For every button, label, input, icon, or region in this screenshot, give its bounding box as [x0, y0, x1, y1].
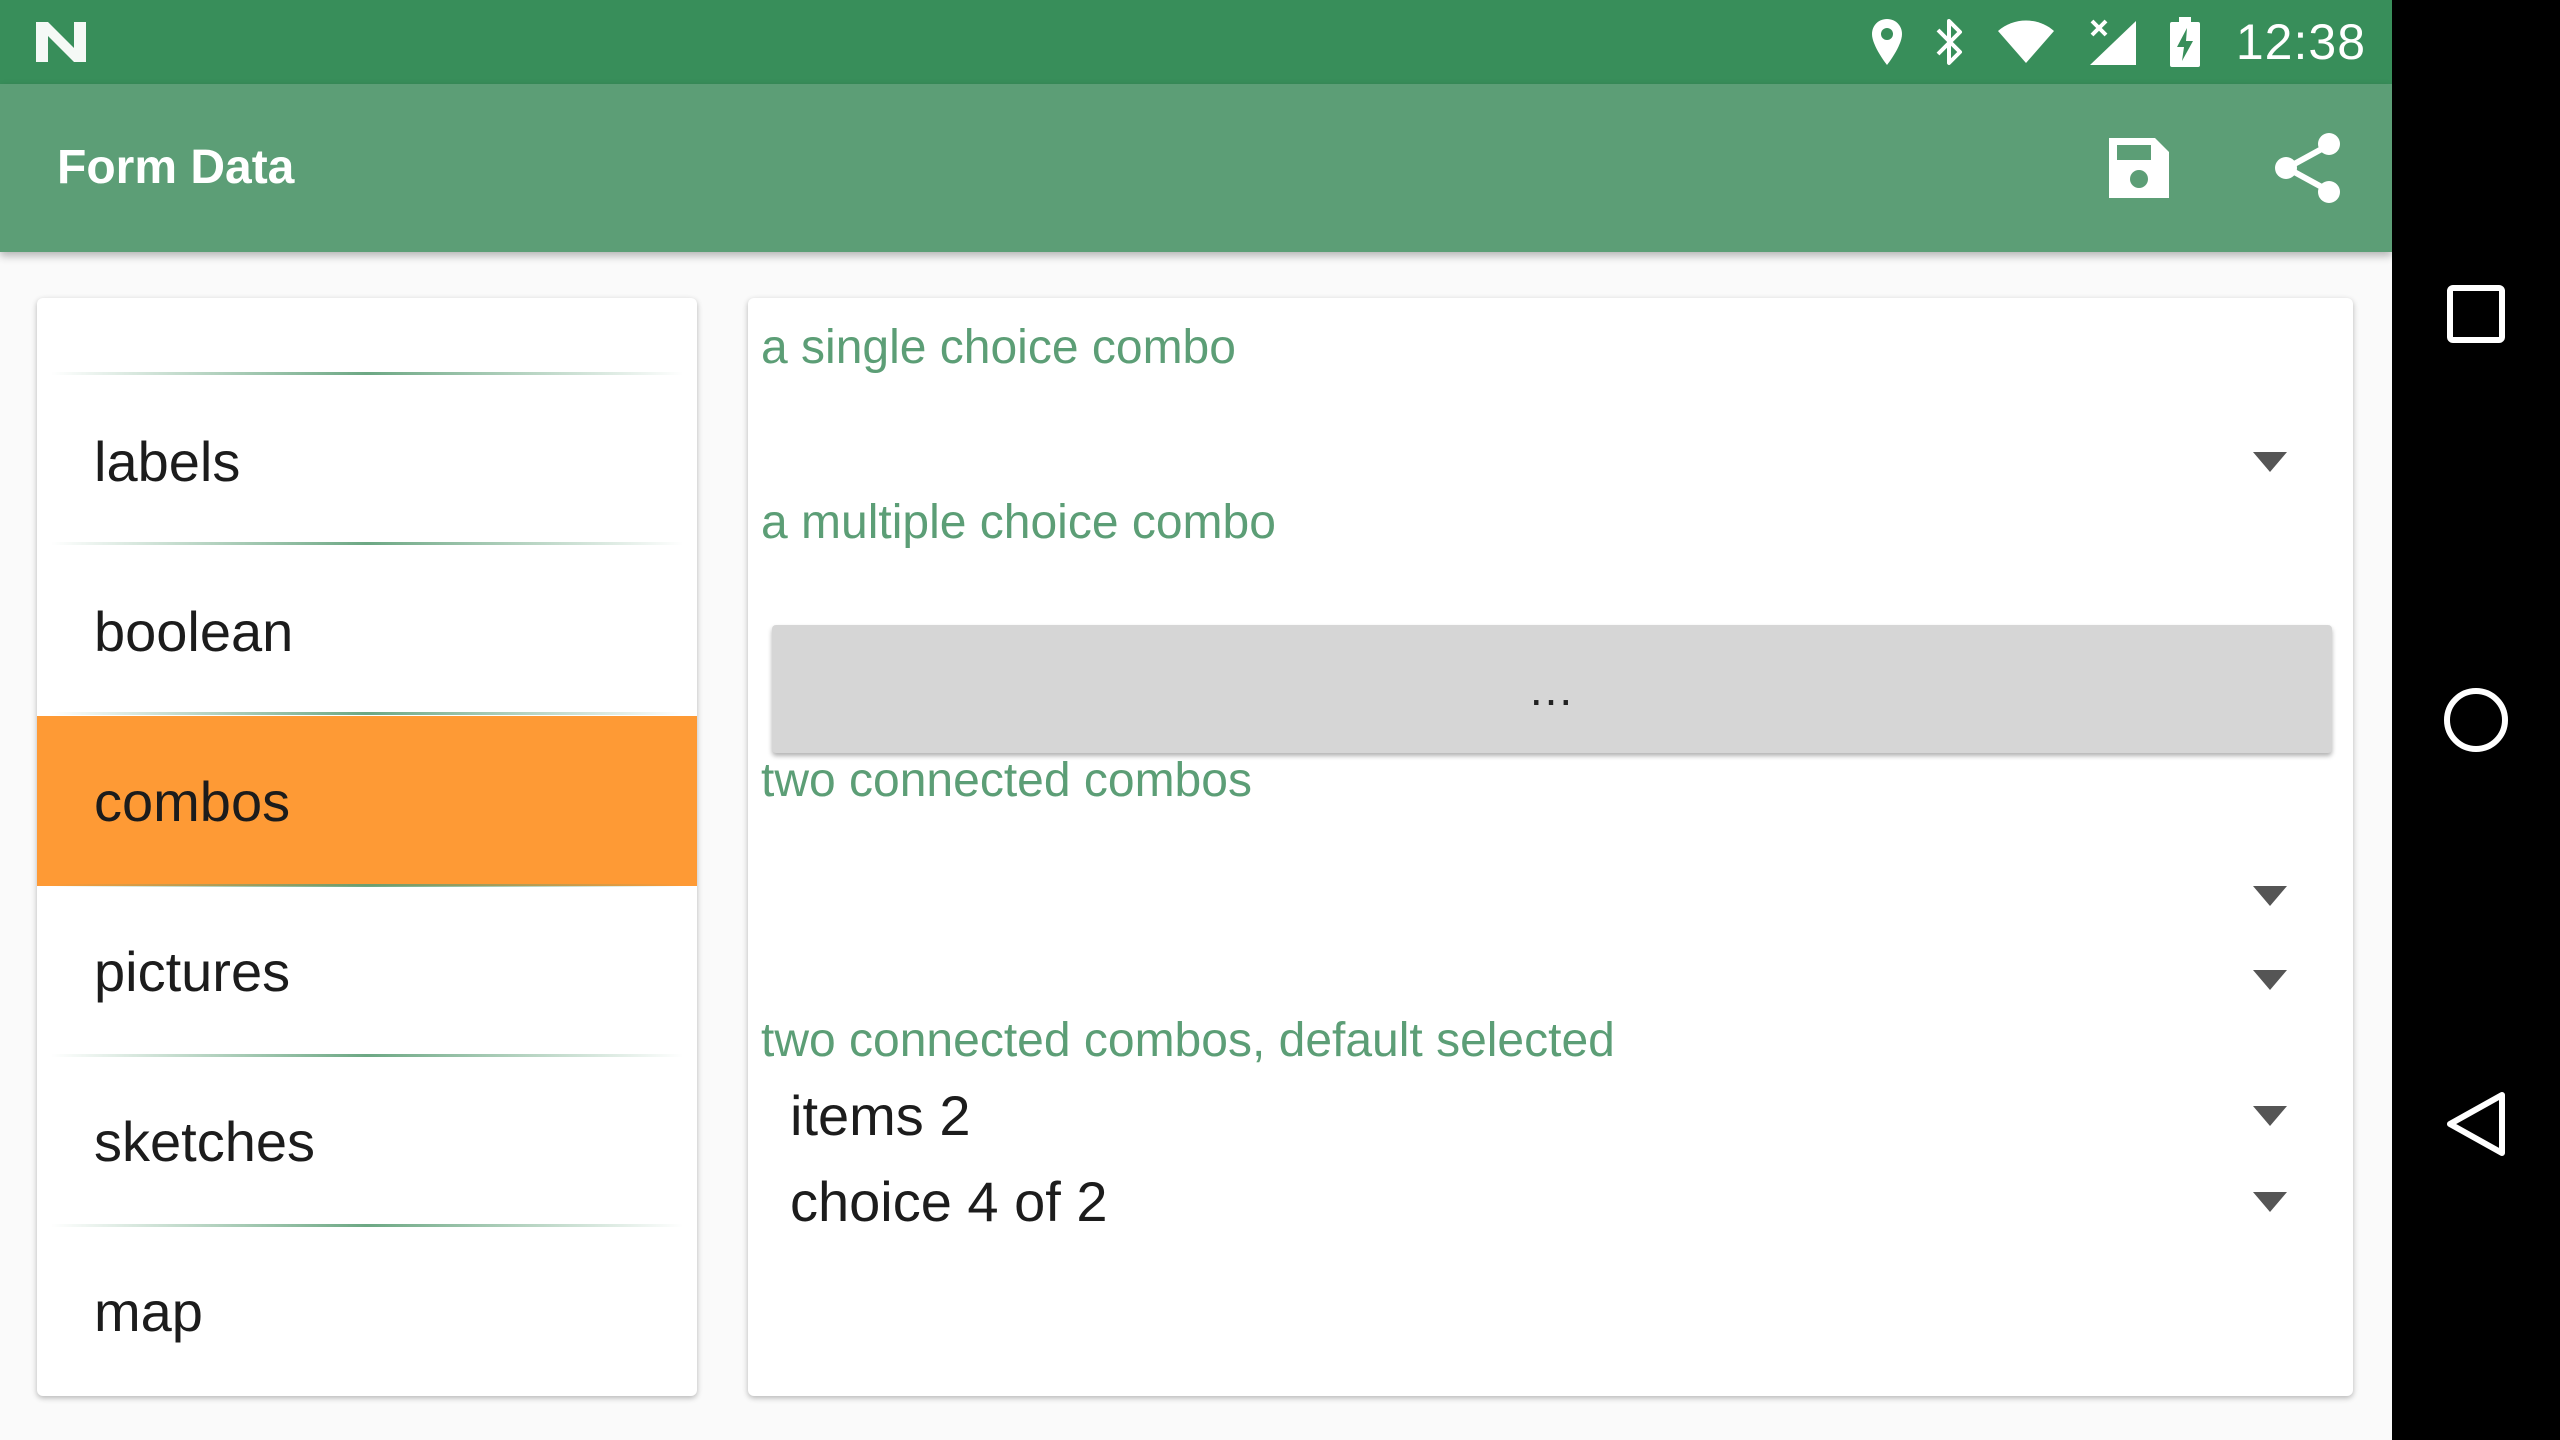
share-icon	[2275, 133, 2340, 203]
status-bar: 12:38	[0, 0, 2392, 84]
content-area: time labels boolean combos pictures sket…	[0, 252, 2392, 1440]
page-title: Form Data	[57, 141, 295, 194]
connected-default-first-value: items 2	[790, 1084, 971, 1147]
sidebar-item-label: map	[94, 1279, 203, 1343]
status-clock: 12:38	[2235, 14, 2366, 70]
sidebar-item-boolean[interactable]: boolean	[37, 546, 697, 716]
sidebar-item-label: labels	[94, 429, 241, 493]
back-button[interactable]	[2426, 1074, 2526, 1174]
multiple-choice-button[interactable]: ...	[772, 625, 2332, 753]
navigation-bar	[2392, 0, 2560, 1440]
connected-combo-second[interactable]	[790, 940, 2323, 1020]
sidebar-item-time[interactable]: time	[37, 298, 697, 334]
status-icons: 12:38	[1870, 0, 2366, 84]
home-button[interactable]	[2426, 670, 2526, 770]
bluetooth-icon	[1936, 19, 1962, 65]
home-icon	[2444, 688, 2508, 752]
location-icon	[1871, 19, 1902, 65]
single-choice-combo[interactable]	[790, 422, 2323, 502]
battery-charging-icon	[2169, 17, 2200, 67]
dropdown-arrow-icon	[2253, 970, 2287, 990]
connected-default-second-value: choice 4 of 2	[790, 1170, 1108, 1233]
sidebar-item-label: sketches	[94, 1109, 315, 1173]
sidebar-item-combos[interactable]: combos	[37, 716, 697, 886]
sidebar-item-map[interactable]: map	[37, 1226, 697, 1396]
dropdown-arrow-icon	[2253, 1106, 2287, 1126]
connected-default-label: two connected combos, default selected	[761, 1014, 1615, 1067]
list-divider	[51, 542, 683, 545]
recents-button[interactable]	[2426, 264, 2526, 364]
single-combo-label: a single choice combo	[761, 321, 1236, 374]
multi-combo-label: a multiple choice combo	[761, 496, 1276, 549]
save-button[interactable]	[2099, 128, 2179, 208]
app-bar: Form Data	[0, 84, 2392, 252]
dropdown-arrow-icon	[2253, 886, 2287, 906]
dropdown-arrow-icon	[2253, 452, 2287, 472]
sidebar-item-pictures[interactable]: pictures	[37, 886, 697, 1056]
sidebar-item-sketches[interactable]: sketches	[37, 1056, 697, 1226]
cell-signal-icon	[2089, 19, 2136, 65]
connected-default-combo-first[interactable]: items 2	[790, 1076, 2323, 1156]
form-panel: a single choice combo a multiple choice …	[748, 298, 2353, 1396]
back-icon	[2447, 1092, 2505, 1156]
connected-combo-first[interactable]	[790, 856, 2323, 936]
sidebar-item-labels[interactable]: labels	[37, 376, 697, 546]
screen: 12:38 Form Data time	[0, 0, 2560, 1440]
recents-icon	[2447, 285, 2505, 343]
n-logo-icon	[36, 22, 86, 62]
list-divider	[51, 372, 683, 375]
dropdown-arrow-icon	[2253, 1192, 2287, 1212]
share-button[interactable]	[2268, 128, 2348, 208]
connected-default-combo-second[interactable]: choice 4 of 2	[790, 1162, 2323, 1242]
sidebar-list: time labels boolean combos pictures sket…	[37, 298, 697, 1396]
connected-combos-label: two connected combos	[761, 754, 1252, 807]
wifi-icon	[1997, 20, 2054, 63]
save-icon	[2109, 138, 2169, 198]
sidebar-item-label: boolean	[94, 599, 294, 663]
list-divider	[51, 712, 683, 715]
sidebar-item-label: pictures	[94, 939, 291, 1003]
sidebar-item-label: combos	[94, 769, 291, 833]
